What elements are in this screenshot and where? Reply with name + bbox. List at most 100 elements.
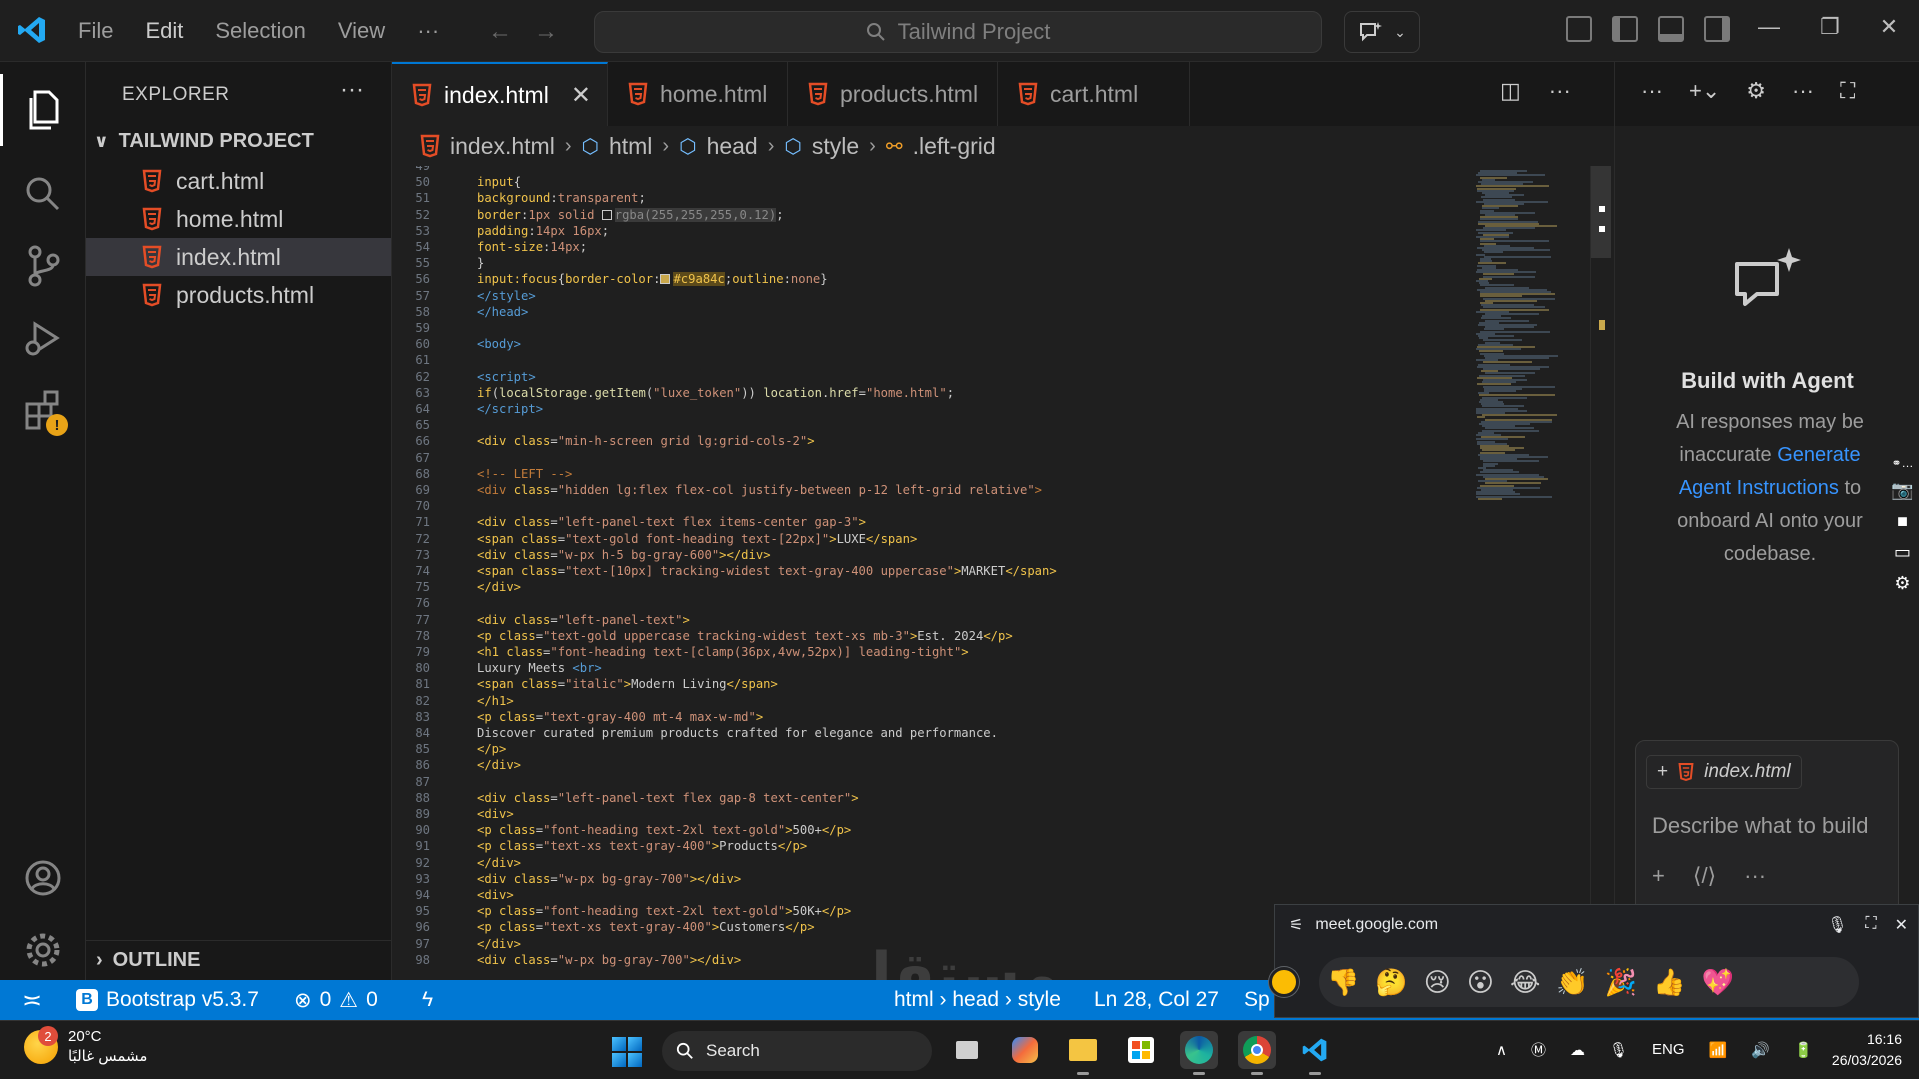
volume-icon[interactable]: 🔊 <box>1751 1041 1770 1059</box>
reaction-thinking[interactable]: 🤔 <box>1375 967 1407 998</box>
reaction-surprised[interactable]: 😮 <box>1467 967 1494 998</box>
minimize-icon[interactable]: — <box>1758 14 1780 40</box>
microphone-icon[interactable]: 🎙 <box>1609 1041 1628 1059</box>
breadcrumb-item[interactable]: index.html <box>450 133 555 160</box>
add-icon[interactable]: + <box>1652 863 1665 889</box>
lightning-status[interactable]: ϟ <box>422 980 433 1020</box>
toggle-panel-icon[interactable] <box>1658 16 1684 42</box>
accounts-activity[interactable] <box>0 842 86 914</box>
start-button[interactable] <box>612 1037 642 1067</box>
restore-icon[interactable]: ❐ <box>1820 14 1840 40</box>
chat-placeholder[interactable]: Describe what to build <box>1652 813 1868 839</box>
scrollbar-thumb[interactable] <box>1591 166 1611 258</box>
onedrive-icon[interactable]: ☁ <box>1570 1041 1585 1059</box>
indentation-status[interactable]: Sp <box>1244 980 1270 1020</box>
vscode-taskbar-icon[interactable] <box>1296 1031 1334 1075</box>
project-folder[interactable]: ∨ TAILWIND PROJECT <box>94 124 314 158</box>
command-center-search[interactable]: Tailwind Project <box>594 11 1322 53</box>
task-view-icon[interactable] <box>948 1031 986 1069</box>
link-icon[interactable]: ⚭… <box>1891 456 1913 470</box>
search-activity[interactable] <box>0 158 86 230</box>
explorer-activity[interactable] <box>0 74 86 146</box>
back-arrow-icon[interactable]: ← <box>488 18 512 46</box>
tab-cart-html[interactable]: cart.html <box>998 62 1190 126</box>
new-chat-icon[interactable]: +⌄ <box>1689 78 1720 104</box>
forward-arrow-icon[interactable]: → <box>534 18 558 46</box>
customize-layout-icon[interactable] <box>1566 16 1592 42</box>
run-debug-activity[interactable] <box>0 302 86 374</box>
file-item-index[interactable]: index.html <box>86 238 391 276</box>
maximize-icon[interactable]: ⛶ <box>1840 78 1855 104</box>
file-item-cart[interactable]: cart.html <box>86 162 391 200</box>
menu-more[interactable]: ··· <box>401 18 455 44</box>
close-icon[interactable]: ✕ <box>1895 915 1908 935</box>
weather-widget[interactable]: 2 20°C مشمس غالبًا <box>24 1026 147 1067</box>
battery-icon[interactable]: 🔋 <box>1794 1041 1813 1059</box>
manage-activity[interactable] <box>0 914 86 986</box>
camera-icon[interactable]: 📷 <box>1891 480 1913 501</box>
file-item-products[interactable]: products.html <box>86 276 391 314</box>
breadcrumb-status[interactable]: html › head › style <box>894 980 1061 1020</box>
taskbar-search[interactable]: Search <box>662 1031 932 1071</box>
chat-toggle-button[interactable]: ⌄ <box>1344 11 1420 53</box>
reaction-thumbs-up[interactable]: 👍 <box>1653 967 1685 998</box>
language-indicator[interactable]: ENG <box>1652 1041 1685 1058</box>
editor-more-icon[interactable]: ··· <box>1549 78 1571 104</box>
source-control-activity[interactable] <box>0 230 86 302</box>
tune-icon[interactable]: ⚟ <box>1289 915 1303 935</box>
store-icon[interactable] <box>1122 1031 1160 1069</box>
problems-status[interactable]: ⊗ 0 ⚠ 0 <box>294 980 378 1020</box>
tab-index-html[interactable]: index.html ✕ <box>392 62 608 126</box>
context-chip[interactable]: + index.html <box>1646 755 1802 789</box>
video-icon[interactable]: ■ <box>1897 511 1908 532</box>
breadcrumb-item[interactable]: style <box>812 133 859 160</box>
outline-section[interactable]: › OUTLINE <box>86 940 391 980</box>
reaction-sad[interactable]: 😢 <box>1424 967 1451 998</box>
tab-products-html[interactable]: products.html <box>788 62 998 126</box>
code-editor[interactable]: 49 50 input{51 background:transparent; 52 bor… <box>392 166 1614 980</box>
close-window-icon[interactable]: ✕ <box>1880 14 1898 40</box>
m-app-icon[interactable]: Ⓜ <box>1531 1039 1546 1060</box>
reaction-laughing[interactable]: 😂 <box>1510 967 1540 998</box>
clock[interactable]: 16:16 26/03/2026 <box>1812 1029 1902 1071</box>
menu-view[interactable]: View <box>322 18 401 44</box>
close-icon[interactable]: ✕ <box>571 81 591 110</box>
wifi-icon[interactable]: 📶 <box>1709 1041 1728 1059</box>
reaction-clap[interactable]: 👏 <box>1556 967 1588 998</box>
extensions-activity[interactable]: ! <box>0 374 86 446</box>
minimap[interactable] <box>1470 166 1588 980</box>
toggle-sidebar-icon[interactable] <box>1612 16 1638 42</box>
window-icon[interactable]: ▭ <box>1894 542 1911 563</box>
bootstrap-status[interactable]: B Bootstrap v5.3.7 <box>76 980 259 1020</box>
tools-icon[interactable]: ⟨/⟩ <box>1693 863 1716 889</box>
gear-icon[interactable]: ⚙ <box>1746 78 1766 104</box>
breadcrumb-item[interactable]: .left-grid <box>913 133 996 160</box>
toggle-secondary-sidebar-icon[interactable] <box>1704 16 1730 42</box>
reaction-heart[interactable]: 💖 <box>1701 967 1733 998</box>
breadcrumb-item[interactable]: html <box>609 133 652 160</box>
split-editor-icon[interactable]: ◫ <box>1500 78 1521 104</box>
file-explorer-icon[interactable] <box>1064 1031 1102 1075</box>
copilot-icon[interactable] <box>1006 1031 1044 1069</box>
editor-scrollbar[interactable] <box>1590 166 1611 980</box>
add-context-icon[interactable]: + <box>1657 761 1668 783</box>
remote-indicator[interactable]: ≍ <box>0 980 64 1020</box>
more-icon[interactable]: ··· <box>1744 863 1766 889</box>
chat-overflow-icon[interactable]: ··· <box>1792 78 1814 104</box>
chevron-up-icon[interactable]: ∧ <box>1496 1041 1507 1059</box>
chrome-browser-icon[interactable] <box>1238 1031 1276 1075</box>
menu-file[interactable]: File <box>62 18 129 44</box>
menu-edit[interactable]: Edit <box>129 18 199 44</box>
chat-more-icon[interactable]: ··· <box>1641 78 1663 104</box>
reaction-thumbs-down[interactable]: 👎 <box>1327 967 1359 998</box>
tab-home-html[interactable]: home.html <box>608 62 788 126</box>
file-item-home[interactable]: home.html <box>86 200 391 238</box>
gear-icon[interactable]: ⚙ <box>1894 573 1910 594</box>
cursor-position[interactable]: Ln 28, Col 27 <box>1094 980 1219 1020</box>
menu-selection[interactable]: Selection <box>199 18 322 44</box>
microphone-icon[interactable]: 🎙 <box>1827 915 1847 935</box>
expand-icon[interactable]: ⛶ <box>1865 915 1876 935</box>
skin-tone-icon[interactable] <box>1269 967 1299 997</box>
explorer-more-button[interactable]: ··· <box>340 76 364 104</box>
reaction-party[interactable]: 🎉 <box>1605 967 1637 998</box>
